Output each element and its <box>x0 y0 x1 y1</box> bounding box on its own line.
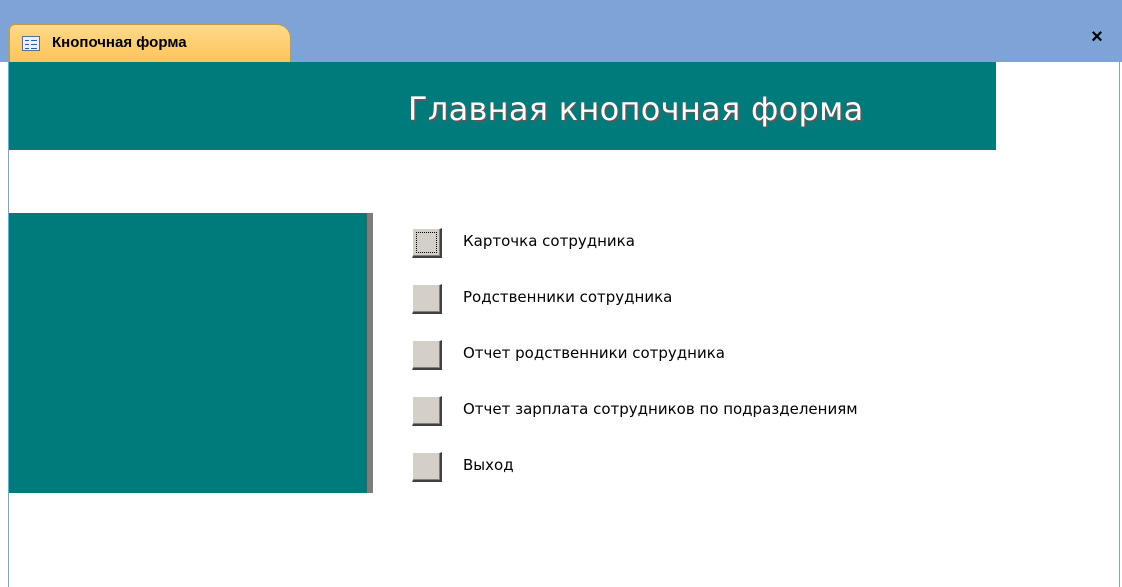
tab-label: Кнопочная форма <box>52 34 187 51</box>
menu-button[interactable] <box>412 452 442 482</box>
frame-border-right <box>1119 62 1120 587</box>
form-icon <box>22 36 40 51</box>
menu-button[interactable] <box>412 396 442 426</box>
menu-item-employee-relatives[interactable]: Родственники сотрудника <box>412 284 1012 320</box>
menu-item-label: Карточка сотрудника <box>463 232 635 250</box>
menu-button[interactable] <box>412 284 442 314</box>
menu-item-label: Родственники сотрудника <box>463 288 673 306</box>
decorative-side-panel <box>9 213 367 493</box>
menu-item-exit[interactable]: Выход <box>412 452 1012 488</box>
menu-item-employee-card[interactable]: Карточка сотрудника <box>412 228 1012 264</box>
menu-item-label: Выход <box>463 456 514 474</box>
form-header-band: Главная кнопочная форма <box>9 62 996 150</box>
document-tab-strip: Кнопочная форма × <box>0 0 1122 62</box>
side-panel-shadow <box>367 213 373 493</box>
close-icon[interactable]: × <box>1086 26 1108 48</box>
menu-item-label: Отчет родственники сотрудника <box>463 344 725 362</box>
menu-item-salary-report[interactable]: Отчет зарплата сотрудников по подразделе… <box>412 396 1012 432</box>
menu-item-relatives-report[interactable]: Отчет родственники сотрудника <box>412 340 1012 376</box>
tab-switchboard-form[interactable]: Кнопочная форма <box>9 24 291 62</box>
menu-button[interactable] <box>412 340 442 370</box>
menu-item-label: Отчет зарплата сотрудников по подразделе… <box>463 400 858 418</box>
menu-button[interactable] <box>412 228 442 258</box>
form-title: Главная кнопочная форма <box>408 90 864 128</box>
